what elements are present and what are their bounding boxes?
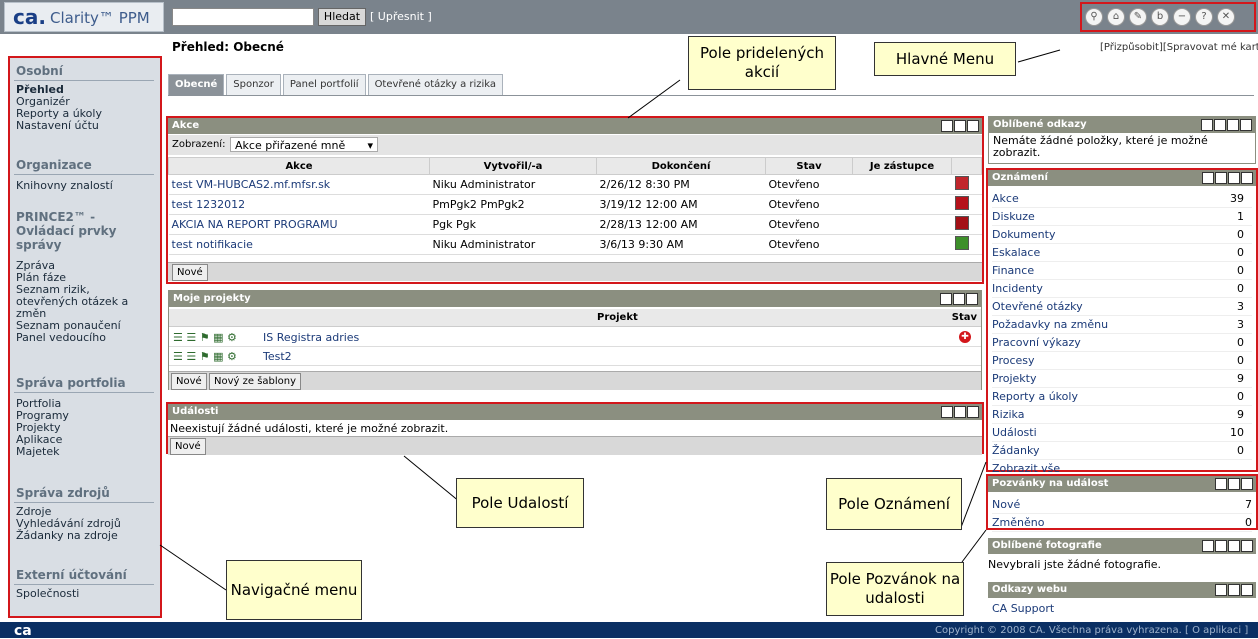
callout-pole-pozvanok: Pole Pozvánok na udalosti bbox=[826, 562, 964, 616]
pointer-line bbox=[159, 544, 227, 591]
callout-pole-akcii: Pole pridelených akcií bbox=[688, 36, 836, 90]
callout-pole-oznameni: Pole Oznámení bbox=[826, 478, 962, 530]
copyright-text[interactable]: Copyright © 2008 CA. Všechna práva vyhra… bbox=[935, 625, 1248, 636]
footer-ca-logo: ca bbox=[14, 623, 32, 639]
callout-pole-udalosti: Pole Udalostí bbox=[456, 478, 584, 528]
pointer-line bbox=[1017, 49, 1061, 63]
pointer-line bbox=[959, 461, 987, 531]
pointer-line bbox=[627, 79, 681, 119]
pointer-line bbox=[403, 455, 461, 503]
callout-navigacne-menu: Navigačné menu bbox=[226, 560, 362, 620]
callout-pointers bbox=[159, 49, 1061, 591]
callout-hlavne-menu: Hlavné Menu bbox=[874, 42, 1016, 76]
pointer-line bbox=[961, 529, 987, 563]
